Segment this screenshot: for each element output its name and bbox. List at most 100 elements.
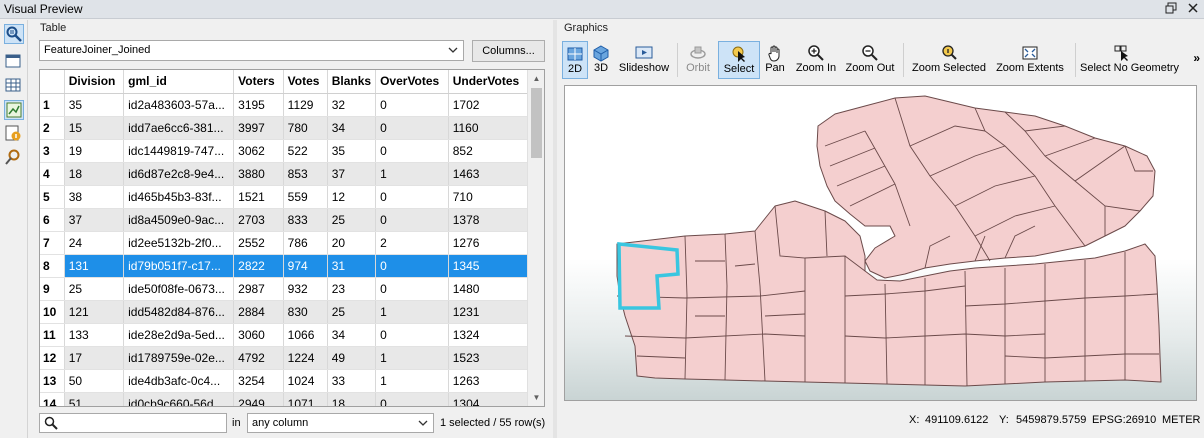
data-table[interactable]: Division gml_id Voters Votes Blanks Over… — [39, 69, 545, 407]
table-cell[interactable]: 1129 — [283, 93, 328, 117]
table-cell[interactable]: 2949 — [233, 392, 284, 406]
table-cell[interactable]: 2 — [375, 231, 449, 255]
column-header[interactable]: Blanks — [327, 70, 377, 94]
table-cell[interactable]: 0 — [375, 185, 449, 209]
table-row[interactable]: 5 38 id465b45b3-83f... 1521 559 12 0 710 — [40, 185, 529, 209]
table-cell[interactable]: 1276 — [448, 231, 529, 255]
scroll-up-icon[interactable]: ▲ — [528, 70, 544, 87]
table-cell[interactable]: 20 — [327, 231, 377, 255]
table-cell[interactable]: 32 — [327, 93, 377, 117]
table-view-icon[interactable] — [4, 76, 24, 96]
row-number[interactable]: 4 — [40, 162, 65, 186]
column-filter-dropdown[interactable]: any column — [247, 413, 434, 433]
table-cell[interactable]: 4792 — [233, 346, 284, 370]
table-cell[interactable]: 1066 — [283, 323, 328, 347]
table-cell[interactable]: 38 — [64, 185, 125, 209]
table-cell[interactable]: 35 — [64, 93, 125, 117]
table-cell[interactable]: 833 — [283, 208, 328, 232]
table-cell[interactable]: id79b051f7-c17... — [123, 254, 235, 278]
table-cell[interactable]: 25 — [327, 300, 377, 324]
table-cell[interactable]: 51 — [64, 392, 125, 406]
table-cell[interactable]: id2a483603-57a... — [123, 93, 235, 117]
table-cell[interactable]: 34 — [327, 116, 377, 140]
row-number[interactable]: 8 — [40, 254, 65, 278]
table-cell[interactable]: 0 — [375, 116, 449, 140]
select-no-geometry-button[interactable]: Select No Geometry — [1080, 41, 1179, 79]
table-row[interactable]: 13 50 ide4db3afc-0c4... 3254 1024 33 1 1263 — [40, 369, 529, 393]
table-cell[interactable]: 25 — [64, 277, 125, 301]
table-cell[interactable]: 2822 — [233, 254, 284, 278]
table-cell[interactable]: 0 — [375, 93, 449, 117]
table-row[interactable]: 12 17 id1789759e-02e... 4792 1224 49 1 1523 — [40, 346, 529, 370]
table-cell[interactable]: 710 — [448, 185, 529, 209]
table-cell[interactable]: 3997 — [233, 116, 284, 140]
panel-layout-icon[interactable] — [4, 52, 24, 72]
table-cell[interactable]: ide50f08fe-0673... — [123, 277, 235, 301]
table-cell[interactable]: id8a4509e0-9ac... — [123, 208, 235, 232]
table-cell[interactable]: 1263 — [448, 369, 529, 393]
table-cell[interactable]: 37 — [327, 162, 377, 186]
table-cell[interactable]: idc1449819-747... — [123, 139, 235, 163]
feature-info-icon[interactable] — [4, 124, 24, 144]
close-icon[interactable] — [1186, 2, 1200, 16]
table-cell[interactable]: 1 — [375, 300, 449, 324]
table-cell[interactable]: 1224 — [283, 346, 328, 370]
table-cell[interactable]: 131 — [64, 254, 125, 278]
table-cell[interactable]: ide28e2d9a-5ed... — [123, 323, 235, 347]
table-search-input[interactable] — [39, 413, 227, 433]
table-row[interactable]: 10 121 idd5482d84-876... 2884 830 25 1 1231 — [40, 300, 529, 324]
row-number[interactable]: 9 — [40, 277, 65, 301]
table-cell[interactable]: 24 — [64, 231, 125, 255]
table-cell[interactable]: 0 — [375, 392, 449, 406]
row-number[interactable]: 14 — [40, 392, 65, 406]
table-row[interactable]: 7 24 id2ee5132b-2f0... 2552 786 20 2 1276 — [40, 231, 529, 255]
table-cell[interactable]: 2703 — [233, 208, 284, 232]
table-cell[interactable]: 974 — [283, 254, 328, 278]
table-cell[interactable]: 1523 — [448, 346, 529, 370]
column-header[interactable]: UnderVotes — [448, 70, 529, 94]
table-cell[interactable]: 1324 — [448, 323, 529, 347]
scroll-down-icon[interactable]: ▼ — [528, 389, 544, 406]
table-cell[interactable]: id2ee5132b-2f0... — [123, 231, 235, 255]
table-cell[interactable]: 1 — [375, 346, 449, 370]
pan-button[interactable]: Pan — [762, 41, 788, 79]
row-number[interactable]: 7 — [40, 231, 65, 255]
table-cell[interactable]: 1231 — [448, 300, 529, 324]
table-row[interactable]: 6 37 id8a4509e0-9ac... 2703 833 25 0 1378 — [40, 208, 529, 232]
table-cell[interactable]: 3195 — [233, 93, 284, 117]
table-cell[interactable]: id465b45b3-83f... — [123, 185, 235, 209]
row-number[interactable]: 13 — [40, 369, 65, 393]
table-row[interactable]: 3 19 idc1449819-747... 3062 522 35 0 852 — [40, 139, 529, 163]
table-cell[interactable]: 0 — [375, 277, 449, 301]
table-cell[interactable]: 0 — [375, 254, 449, 278]
table-cell[interactable]: 1024 — [283, 369, 328, 393]
scroll-thumb[interactable] — [531, 88, 542, 158]
view-3d-button[interactable]: 3D — [590, 41, 612, 79]
table-cell[interactable]: 133 — [64, 323, 125, 347]
table-cell[interactable]: 2987 — [233, 277, 284, 301]
table-cell[interactable]: 2884 — [233, 300, 284, 324]
table-cell[interactable]: 49 — [327, 346, 377, 370]
table-cell[interactable]: 17 — [64, 346, 125, 370]
table-cell[interactable]: 15 — [64, 116, 125, 140]
dataset-dropdown[interactable]: FeatureJoiner_Joined — [39, 40, 464, 61]
zoom-extents-button[interactable]: Zoom Extents — [994, 41, 1066, 79]
row-number[interactable]: 11 — [40, 323, 65, 347]
table-cell[interactable]: 0 — [375, 139, 449, 163]
table-cell[interactable]: 1345 — [448, 254, 529, 278]
table-cell[interactable]: 3254 — [233, 369, 284, 393]
row-number[interactable]: 12 — [40, 346, 65, 370]
table-cell[interactable]: 1521 — [233, 185, 284, 209]
row-number[interactable]: 10 — [40, 300, 65, 324]
view-2d-button[interactable]: 2D — [562, 41, 588, 79]
table-cell[interactable]: 12 — [327, 185, 377, 209]
table-cell[interactable]: 31 — [327, 254, 377, 278]
table-cell[interactable]: 35 — [327, 139, 377, 163]
table-cell[interactable]: id1789759e-02e... — [123, 346, 235, 370]
table-vertical-scrollbar[interactable]: ▲ ▼ — [527, 70, 544, 406]
table-cell[interactable]: 1160 — [448, 116, 529, 140]
table-cell[interactable]: 3880 — [233, 162, 284, 186]
toolbar-overflow-chevron[interactable]: » — [1193, 51, 1200, 65]
panel-splitter[interactable] — [553, 20, 557, 438]
column-header[interactable]: OverVotes — [375, 70, 449, 94]
